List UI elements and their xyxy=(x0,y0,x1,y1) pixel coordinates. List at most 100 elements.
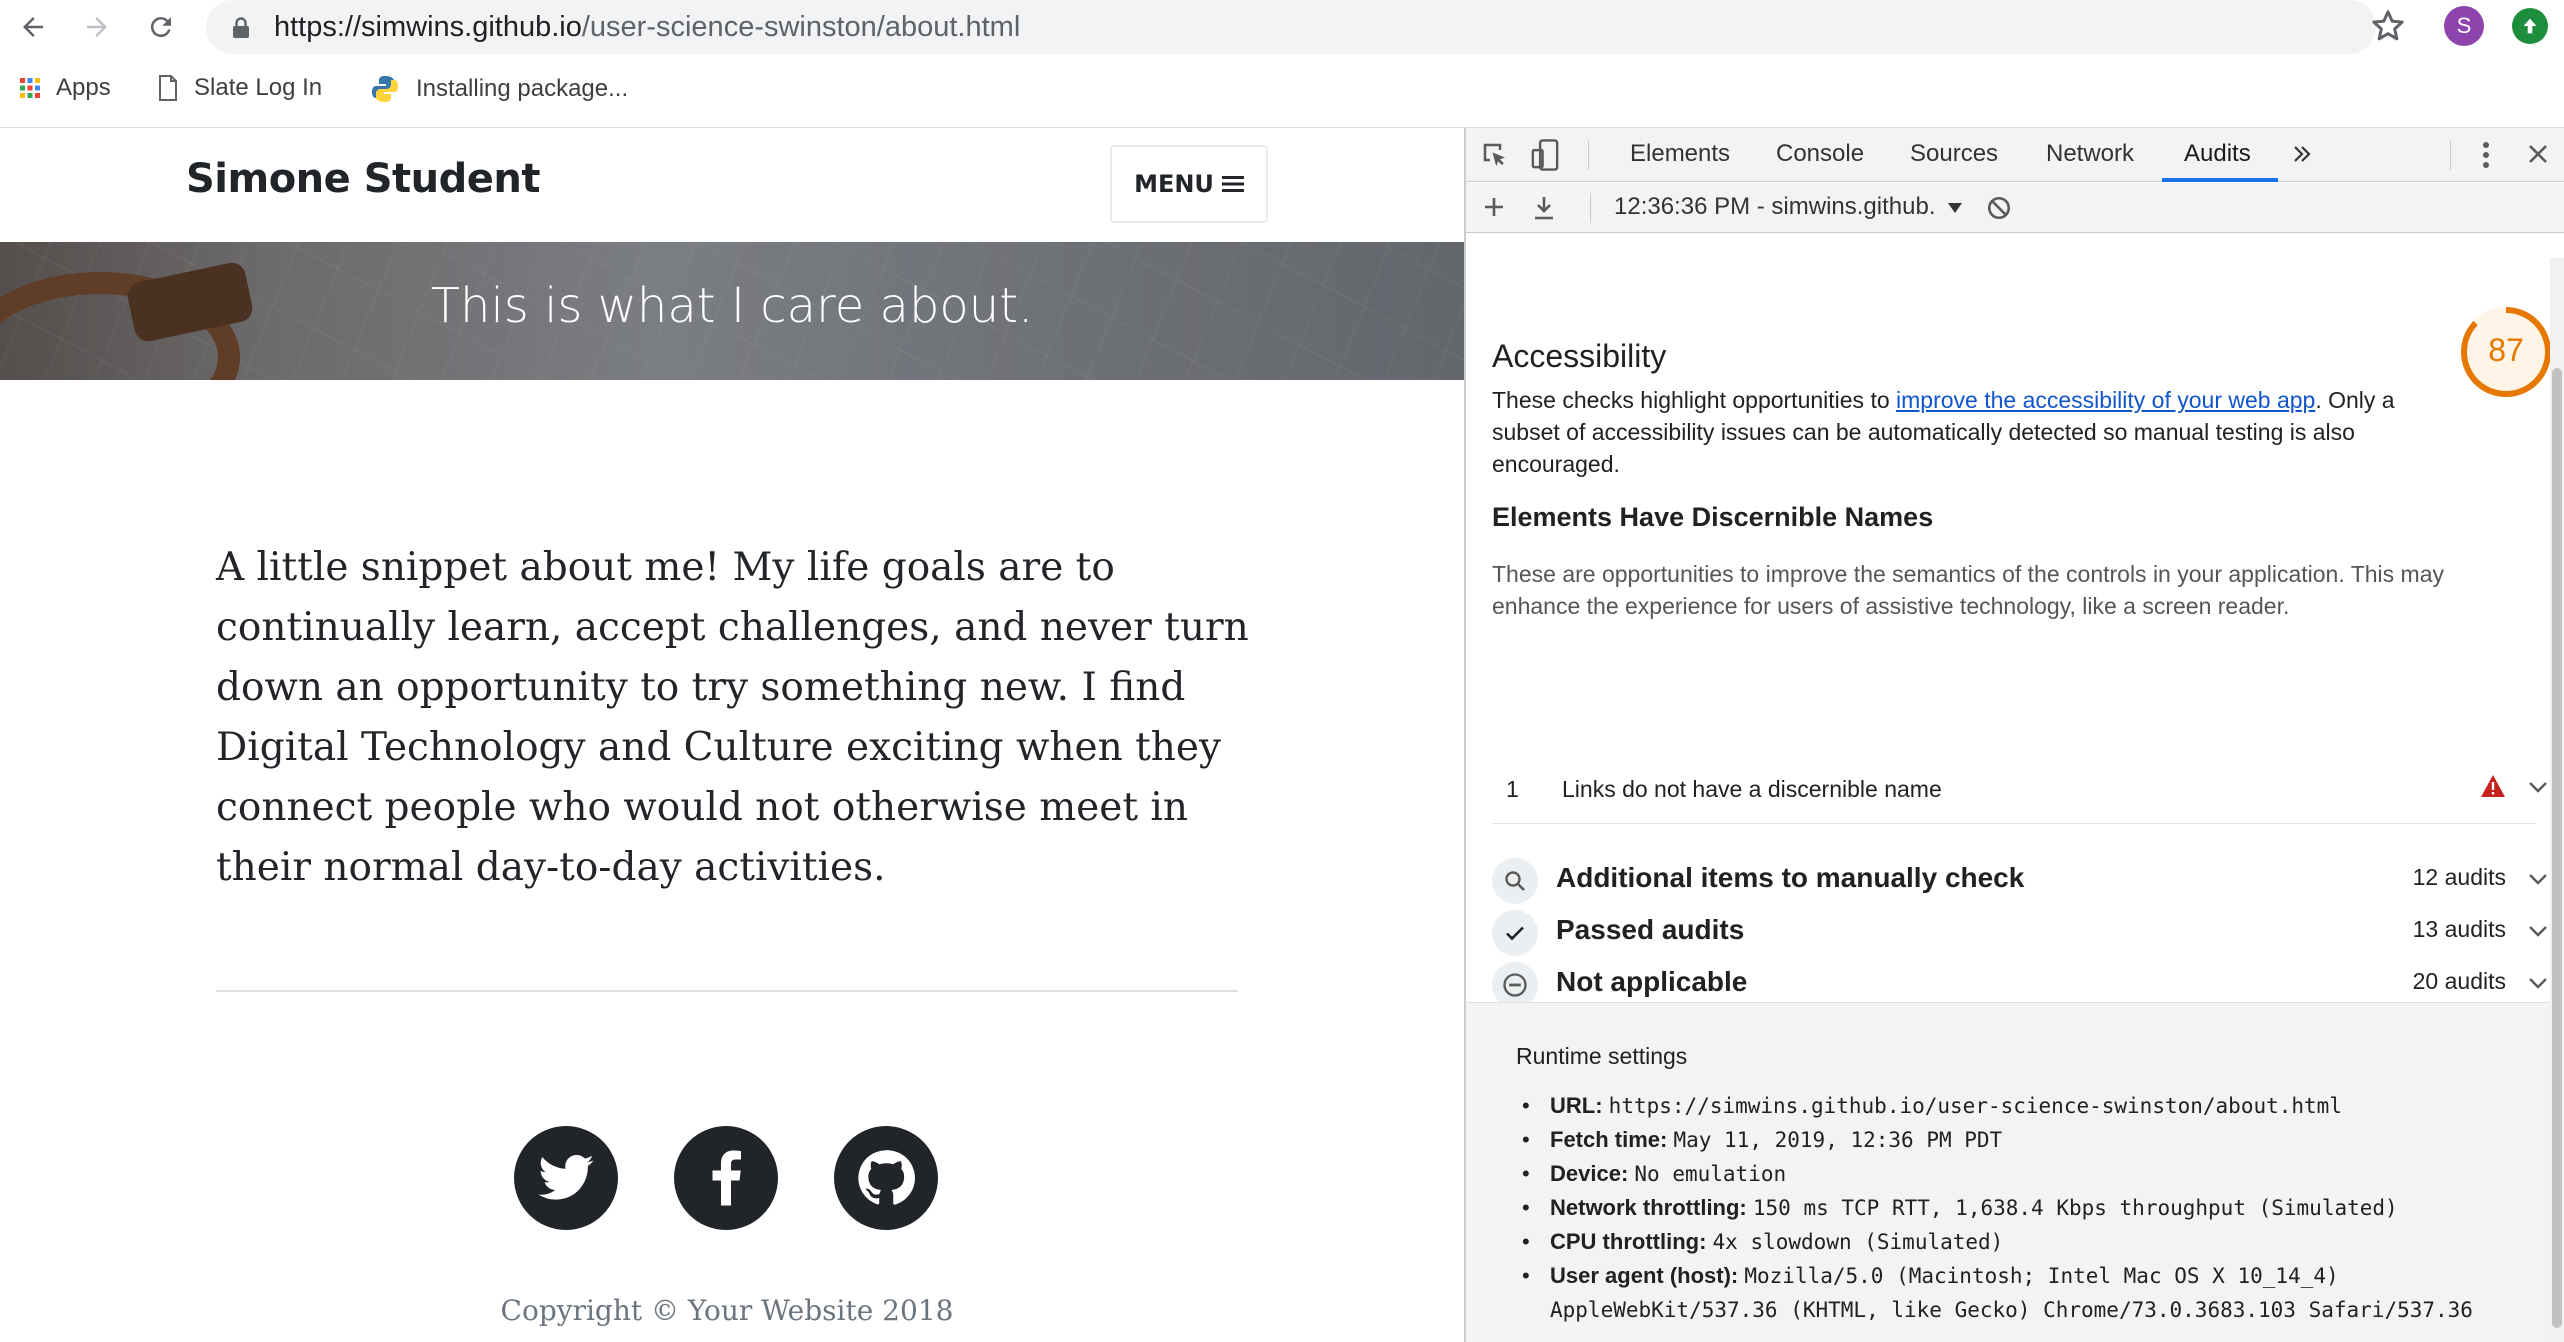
dropdown-arrow-icon xyxy=(1948,203,1963,213)
scrollbar-thumb[interactable] xyxy=(2552,368,2562,1328)
menu-button[interactable]: MENU xyxy=(1110,145,1268,223)
inspect-cursor-icon xyxy=(1483,143,1505,167)
reload-icon xyxy=(150,17,171,38)
plus-icon xyxy=(1485,198,1503,216)
apps-grid-icon xyxy=(20,78,40,98)
about-paragraph: A little snippet about me! My life goals… xyxy=(216,545,1249,890)
close-devtools-button[interactable] xyxy=(2526,142,2550,166)
category-title: Accessibility xyxy=(1492,338,1667,374)
bookmark-label: Slate Log In xyxy=(194,74,323,101)
forward-button[interactable] xyxy=(72,6,122,48)
warning-triangle-icon xyxy=(2481,775,2505,797)
twitter-link[interactable] xyxy=(514,1126,618,1230)
setting-value: May 11, 2019, 12:36 PM PDT xyxy=(1673,1128,2003,1152)
bookmark-slate-log-in[interactable]: Slate Log In xyxy=(158,74,322,102)
cluster-count: 12 audits xyxy=(2412,864,2506,890)
setting-key: Fetch time: xyxy=(1550,1127,1668,1152)
audits-toolbar: 12:36:36 PM - simwins.github. xyxy=(1466,183,2564,233)
minus-circle-icon xyxy=(1503,973,1527,997)
toolbar-separator xyxy=(1588,140,1589,170)
hamburger-icon xyxy=(1221,176,1244,192)
cluster-count: 20 audits xyxy=(2412,968,2506,994)
toolbar-separator xyxy=(1590,193,1591,223)
tab-network[interactable]: Network xyxy=(2046,140,2134,168)
close-icon xyxy=(2529,145,2547,163)
device-toolbar-button[interactable] xyxy=(1530,138,1560,172)
audit-item-link-name[interactable]: 1 Links do not have a discernible name xyxy=(1492,764,2547,824)
menu-label: MENU xyxy=(1134,170,1214,198)
bookmark-apps[interactable]: Apps xyxy=(20,74,111,102)
profile-initial: S xyxy=(2456,13,2472,38)
audit-group-title: Elements Have Discernible Names xyxy=(1492,502,1934,532)
double-chevron-right-icon xyxy=(2294,146,2311,162)
score-value: 87 xyxy=(2488,332,2524,368)
hero-banner: This is what I care about. xyxy=(0,242,1464,380)
tab-console[interactable]: Console xyxy=(1776,140,1864,168)
setting-key: Network throttling: xyxy=(1550,1195,1747,1220)
copyright-text: Copyright © Your Website 2018 xyxy=(500,1294,954,1327)
report-selector-label: 12:36:36 PM - simwins.github. xyxy=(1614,193,1936,220)
inspect-element-button[interactable] xyxy=(1480,140,1510,170)
back-button[interactable] xyxy=(8,6,58,48)
setting-value: 150 ms TCP RTT, 1,638.4 Kbps throughput … xyxy=(1752,1196,2398,1220)
setting-value: https://simwins.github.io/user-science-s… xyxy=(1608,1094,2342,1118)
facebook-link[interactable] xyxy=(674,1126,778,1230)
devtools-menu-button[interactable] xyxy=(2480,140,2492,170)
runtime-setting-user-agent-cont: AppleWebKit/537.36 (KHTML, like Gecko) C… xyxy=(1516,1293,2546,1327)
facebook-icon xyxy=(712,1150,741,1206)
url-host: https://simwins.github.io xyxy=(274,11,582,43)
site-navbar: Simone Student MENU xyxy=(0,128,1464,242)
page-icon xyxy=(159,75,177,101)
bookmark-star-button[interactable] xyxy=(2368,6,2408,51)
audit-report: Accessibility These checks highlight opp… xyxy=(1466,234,2552,1342)
report-scrollbar[interactable] xyxy=(2550,258,2564,1342)
report-selector[interactable]: 12:36:36 PM - simwins.github. xyxy=(1614,193,1963,221)
audit-group-description: These are opportunities to improve the s… xyxy=(1492,561,2444,619)
cluster-passed-audits[interactable]: Passed audits 13 audits xyxy=(1492,902,2547,962)
tab-sources[interactable]: Sources xyxy=(1910,140,1998,168)
tab-audits[interactable]: Audits xyxy=(2184,140,2251,168)
hero-heading: This is what I care about. xyxy=(430,278,1034,334)
content-divider xyxy=(216,990,1238,992)
runtime-setting-user-agent: User agent (host): Mozilla/5.0 (Macintos… xyxy=(1516,1259,2546,1293)
browser-chrome: https://simwins.github.io/user-science-s… xyxy=(0,0,2564,128)
setting-key: CPU throttling: xyxy=(1550,1229,1707,1254)
clear-reports-button[interactable] xyxy=(1986,195,2012,221)
cluster-title: Additional items to manually check xyxy=(1556,862,2025,893)
devtools-panel: Elements Console Sources Network Audits … xyxy=(1464,128,2564,1342)
tab-elements[interactable]: Elements xyxy=(1630,140,1730,168)
device-icon xyxy=(1531,139,1559,171)
download-report-button[interactable] xyxy=(1532,195,1556,221)
download-icon xyxy=(1535,197,1553,220)
setting-value: No emulation xyxy=(1634,1162,1787,1186)
twitter-icon xyxy=(538,1155,594,1200)
category-desc-before: These checks highlight opportunities to xyxy=(1492,387,1897,413)
audit-title: Links do not have a discernible name xyxy=(1562,776,1942,802)
category-description: These checks highlight opportunities to … xyxy=(1492,384,2442,480)
bookmark-installing-package[interactable]: Installing package... xyxy=(370,74,628,104)
cluster-icon-wrap xyxy=(1492,910,1538,956)
new-audit-button[interactable] xyxy=(1482,195,1506,219)
setting-key: URL: xyxy=(1550,1093,1603,1118)
github-icon xyxy=(858,1150,915,1205)
setting-key: User agent (host): xyxy=(1550,1263,1739,1288)
runtime-setting-device: Device: No emulation xyxy=(1516,1157,2546,1191)
cluster-manual-check[interactable]: Additional items to manually check 12 au… xyxy=(1492,850,2547,910)
github-link[interactable] xyxy=(834,1126,938,1230)
reload-button[interactable] xyxy=(136,6,186,48)
chevron-down-icon xyxy=(2529,782,2547,793)
profile-avatar[interactable]: S xyxy=(2444,6,2484,46)
star-icon xyxy=(2372,10,2404,41)
address-bar[interactable]: https://simwins.github.io/user-science-s… xyxy=(206,0,2376,54)
cluster-count: 13 audits xyxy=(2412,916,2506,942)
accessibility-docs-link[interactable]: improve the accessibility of your web ap… xyxy=(1896,387,2315,413)
more-tabs-button[interactable] xyxy=(2290,142,2314,166)
cluster-icon-wrap xyxy=(1492,858,1538,904)
setting-value: AppleWebKit/537.36 (KHTML, like Gecko) C… xyxy=(1550,1298,2473,1322)
check-icon xyxy=(1506,926,1524,941)
extension-button[interactable] xyxy=(2512,8,2548,44)
bookmark-label: Installing package... xyxy=(416,75,629,102)
devtools-tab-bar: Elements Console Sources Network Audits xyxy=(1466,128,2564,182)
runtime-setting-fetch-time: Fetch time: May 11, 2019, 12:36 PM PDT xyxy=(1516,1123,2546,1157)
site-brand[interactable]: Simone Student xyxy=(186,156,540,202)
